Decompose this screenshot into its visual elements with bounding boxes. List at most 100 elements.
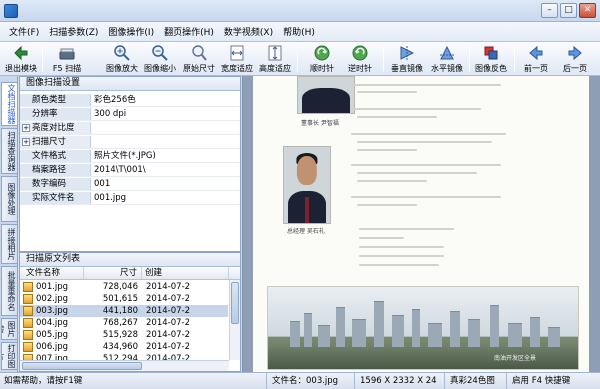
file-name: 002.jpg [36,294,69,304]
building [530,317,540,347]
setting-scan-size[interactable]: + 扫描尺寸 [20,136,240,149]
exit-icon [14,45,28,61]
chairman-caption: 董事长 尹智福 [301,120,339,127]
fit-height-icon [268,45,282,61]
file-row[interactable]: 005.jpg 515,928 2014-07-2 [20,329,228,341]
setting-label: 实际文件名 [20,192,91,204]
file-size: 441,180 [102,306,138,316]
file-created: 2014-07-2 [146,318,190,328]
setting-value[interactable]: 001 [94,178,238,190]
app-icon [4,4,18,18]
menu-file[interactable]: 文件(F) [4,25,44,38]
tab-document-scanner[interactable]: 文档扫描器 [1,82,17,126]
photo-figure [302,87,350,113]
tab-stitch-photos[interactable]: 拼接相片 [1,224,17,264]
setting-actual-filename[interactable]: 实际文件名 001.jpg [20,192,240,205]
file-row[interactable]: 001.jpg 728,046 2014-07-2 [20,281,228,293]
actual-size-button[interactable]: 原始尺寸 [181,43,217,75]
file-size: 434,960 [102,342,138,352]
rotate-counterclockwise-button[interactable]: 逆时针 [342,43,378,75]
zoom-out-icon [152,45,168,61]
invert-color-button[interactable]: 图像反色 [472,43,510,75]
close-button[interactable]: ✕ [579,3,596,18]
file-row[interactable]: 002.jpg 501,615 2014-07-2 [20,293,228,305]
file-created: 2014-07-2 [146,342,190,352]
setting-file-format[interactable]: 文件格式 照片文件(*.JPG) [20,150,240,163]
scrollbar-thumb[interactable] [231,282,239,324]
setting-resolution[interactable]: 分辨率 300 dpi [20,108,240,121]
toolbar-separator [469,46,470,72]
file-row[interactable]: 006.jpg 434,960 2014-07-2 [20,341,228,353]
menu-scan-params[interactable]: 扫描参数(Z) [44,25,103,38]
exit-module-button[interactable]: 退出模块 [2,43,40,75]
file-name: 003.jpg [36,306,69,316]
toolbar: 退出模块 F5 扫描 图像放大 图像缩小 原始尺寸 宽度适应 高度适应 顺时针 … [0,42,600,76]
scanner-icon [59,48,75,60]
scan-button[interactable]: F5 扫描 [46,43,88,75]
tab-image-processing[interactable]: 图像处理 [1,176,17,222]
list-vertical-scrollbar[interactable] [229,280,240,360]
text-line [357,149,417,151]
scanned-file-list-panel: 扫描原文列表 文件名称 尺寸 创建 001.jpg 728,046 2014-07-… [19,252,241,372]
menu-video[interactable]: 数学视频(X) [219,25,278,38]
zoom-out-button[interactable]: 图像缩小 [142,43,178,75]
setting-brightness-contrast[interactable]: + 亮度对比度 [20,122,240,135]
setting-group-label[interactable]: + 扫描尺寸 [20,136,91,148]
file-row[interactable]: 003.jpg 441,180 2014-07-2 [20,305,228,317]
image-file-icon [23,306,33,316]
building [374,301,384,347]
fit-height-button[interactable]: 高度适应 [257,43,293,75]
scanned-page: 董事长 尹智福 总经理 吴石礼 南油开发区全景 [253,76,589,372]
tab-batch-rename[interactable]: 批量重命名 [1,266,17,316]
status-help: 如需帮助，请按F1键 [4,376,83,386]
menu-bar: 文件(F) 扫描参数(Z) 图像操作(I) 翻页操作(H) 数学视频(X) 帮助… [0,22,600,42]
building [304,313,312,347]
list-horizontal-scrollbar[interactable] [20,360,229,371]
minimize-button[interactable]: – [541,3,558,18]
setting-label: 颜色类型 [20,94,91,106]
fit-width-button[interactable]: 宽度适应 [219,43,255,75]
setting-value[interactable]: 照片文件(*.JPG) [94,150,238,162]
file-size: 768,267 [102,318,138,328]
vertical-mirror-button[interactable]: 垂直镜像 [388,43,426,75]
image-viewer[interactable]: 董事长 尹智福 总经理 吴石礼 南油开发区全景 [242,76,600,372]
setting-group-label[interactable]: + 亮度对比度 [20,122,91,134]
building [290,321,300,347]
tab-scan-query[interactable]: 扫描查询器 [1,128,17,174]
menu-page-ops[interactable]: 翻页操作(H) [159,25,219,38]
menu-image-ops[interactable]: 图像操作(I) [103,25,159,38]
rotate-ccw-icon [352,45,368,61]
text-line [357,116,437,118]
setting-value[interactable]: 300 dpi [94,108,238,120]
maximize-button[interactable]: □ [560,3,577,18]
setting-label: 分辨率 [20,108,91,120]
horizontal-mirror-button[interactable]: 水平镜像 [428,43,466,75]
setting-label: 扫描尺寸 [32,137,67,147]
setting-archive-path[interactable]: 档案路径 2014\T\001\ [20,164,240,177]
expand-icon[interactable]: + [22,138,30,146]
tab-image-to-pdf[interactable]: 图片转PDF [1,318,17,340]
column-header-created[interactable]: 创建 [142,267,229,279]
file-size: 515,928 [102,330,138,340]
setting-value[interactable]: 001.jpg [94,192,238,204]
setting-value[interactable]: 2014\T\001\ [94,164,238,176]
setting-color-type[interactable]: 颜色类型 彩色256色 [20,94,240,107]
column-header-size[interactable]: 尺寸 [84,267,142,279]
zoom-in-button[interactable]: 图像放大 [104,43,140,75]
setting-label: 亮度对比度 [32,123,75,133]
column-header-name[interactable]: 文件名称 [20,267,84,279]
status-dimensions: 1596 X 2332 X 24 [354,373,444,389]
file-row[interactable]: 004.jpg 768,267 2014-07-2 [20,317,228,329]
prev-page-button[interactable]: 前一页 [518,43,554,75]
setting-value[interactable]: 彩色256色 [94,94,238,106]
text-line [357,91,417,93]
rotate-clockwise-button[interactable]: 顺时针 [304,43,340,75]
scrollbar-thumb[interactable] [22,362,142,370]
zoom-in-icon [114,45,130,61]
next-page-button[interactable]: 后一页 [557,43,593,75]
tab-print-images[interactable]: 打印图片 [1,342,17,370]
building [468,319,480,347]
menu-help[interactable]: 帮助(H) [278,25,320,38]
setting-number-code[interactable]: 数字编码 001 [20,178,240,191]
expand-icon[interactable]: + [22,124,30,132]
